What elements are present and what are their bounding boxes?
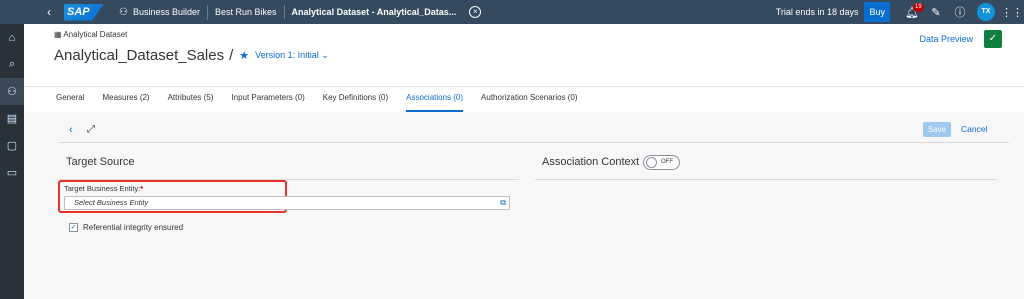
shell-bar: ‹ SAP ⚇ Business Builder Best Run Bikes A… [0,0,1024,24]
repository-icon[interactable]: ▢ [0,132,24,159]
target-source-title: Target Source [66,156,135,168]
buy-button[interactable]: Buy [864,2,890,22]
crumb-current-object: Analytical Dataset - Analytical_Datas... [291,7,457,17]
notification-badge: 19 [913,2,924,12]
data-preview-link[interactable]: Data Preview [919,34,973,44]
sap-logo[interactable]: SAP [64,3,104,21]
save-button[interactable]: Save [923,122,951,137]
trial-text: Trial ends in 18 days [775,7,859,17]
target-entity-label: Target Business Entity:* [64,184,144,193]
business-builder-icon: ⚇ [119,6,128,18]
chevron-left-icon[interactable]: ‹ [69,124,73,136]
tab-associations[interactable]: Associations (0) [406,87,464,112]
referential-integrity-checkbox[interactable]: ✓ [69,223,78,232]
chevron-down-icon: ⌄ [321,50,329,60]
left-navigation: ⌂ ⌕ ⚇ ▤ ▢ ▭ [0,24,24,299]
back-icon[interactable]: ‹ [38,0,60,24]
version-selector[interactable]: Version 1: Initial ⌄ [255,50,329,61]
editor-toolbar: ‹ ⤢ Save Cancel [59,121,1009,143]
tab-bar: General Measures (2) Attributes (5) Inpu… [24,86,1024,112]
target-entity-input[interactable]: Select Business Entity ⧉ [64,196,510,210]
business-builder-icon[interactable]: ⚇ [0,78,24,105]
referential-integrity-label: Referential integrity ensured [83,223,184,232]
required-mark: * [140,184,144,193]
search-icon[interactable]: ⌕ [0,51,24,78]
association-context-toggle[interactable]: OFF [643,155,680,170]
feedback-icon[interactable]: ✎ [924,6,948,19]
tab-authorization-scenarios[interactable]: Authorization Scenarios (0) [481,87,578,112]
divider [535,179,997,180]
tab-input-parameters[interactable]: Input Parameters (0) [231,87,304,112]
tab-attributes[interactable]: Attributes (5) [168,87,214,112]
shell-breadcrumb: ⚇ Business Builder Best Run Bikes Analyti… [112,0,463,24]
toggle-knob [646,157,657,168]
tab-key-definitions[interactable]: Key Definitions (0) [323,87,388,112]
monitor-icon[interactable]: ▭ [0,159,24,186]
tab-measures[interactable]: Measures (2) [102,87,149,112]
association-context-title: Association Context [542,156,640,168]
association-editor: ‹ ⤢ Save Cancel Target Source Associatio… [24,112,1024,299]
crumb-space[interactable]: Best Run Bikes [208,5,285,19]
data-builder-icon[interactable]: ▤ [0,105,24,132]
help-icon[interactable]: ⓘ [948,4,972,20]
product-switch-icon[interactable]: ⋮⋮ [1000,6,1024,19]
object-header: ▦ Analytical Dataset Analytical_Dataset_… [24,24,1024,86]
dataset-icon: ▦ [54,30,64,39]
tab-general[interactable]: General [56,87,84,112]
page-title: Analytical_Dataset_Sales / ★ Version 1: … [54,47,329,64]
home-icon[interactable]: ⌂ [0,24,24,51]
shell-actions: Trial ends in 18 days Buy 🔔︎ 19 ✎ ⓘ TX ⋮⋮ [776,0,1024,24]
notifications-icon[interactable]: 🔔︎ 19 [900,2,924,19]
close-icon[interactable]: × [469,6,482,18]
deploy-status-button[interactable]: ✓ [984,30,1002,48]
expand-icon[interactable]: ⤢ [87,124,95,135]
value-help-icon[interactable]: ⧉ [500,197,506,209]
crumb-business-builder[interactable]: ⚇ Business Builder [112,4,209,20]
star-icon: ★ [239,50,250,62]
object-type-breadcrumb[interactable]: ▦ Analytical Dataset [54,30,127,39]
avatar[interactable]: TX [977,3,995,21]
cancel-button[interactable]: Cancel [961,124,987,134]
